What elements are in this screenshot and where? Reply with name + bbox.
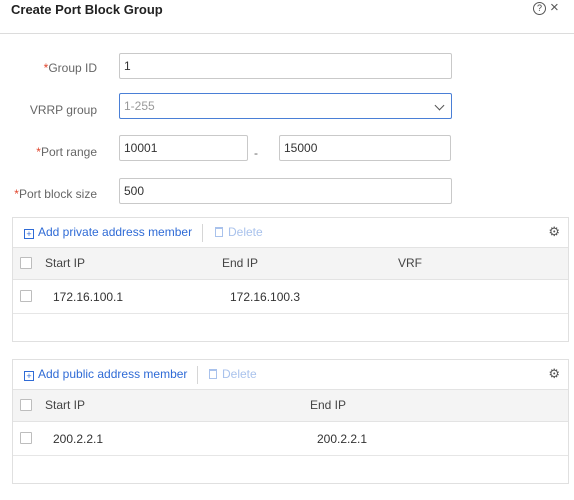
select-all-checkbox[interactable] [20, 257, 32, 269]
column-header-start-ip[interactable]: Start IP [45, 256, 85, 270]
port-range-start-field[interactable]: 10001 [119, 135, 248, 161]
port-block-size-label: *Port block size [0, 187, 97, 201]
add-public-member-button[interactable]: + Add public address member [24, 367, 187, 381]
public-table-header: Start IP End IP [13, 390, 568, 422]
port-block-size-field[interactable]: 500 [119, 178, 452, 204]
port-range-label-text: Port range [40, 145, 97, 159]
group-id-field[interactable]: 1 [119, 53, 452, 79]
cell-start-ip: 200.2.2.1 [53, 432, 104, 446]
vrrp-group-placeholder: 1-255 [124, 99, 155, 113]
trash-icon [209, 369, 217, 379]
dialog-title: Create Port Block Group [11, 2, 163, 17]
table-row: 172.16.100.1 172.16.100.3 [13, 280, 568, 314]
delete-private-button[interactable]: Delete [215, 225, 263, 239]
gear-icon[interactable]: ⚙ [548, 224, 560, 240]
help-icon[interactable]: ? [533, 2, 546, 15]
row-checkbox[interactable] [20, 432, 32, 444]
port-range-label: *Port range [0, 145, 97, 159]
group-id-label: *Group ID [0, 61, 97, 75]
add-private-member-label: Add private address member [38, 225, 193, 239]
column-header-end-ip[interactable]: End IP [310, 398, 346, 412]
gear-icon[interactable]: ⚙ [548, 366, 560, 382]
toolbar-divider [197, 366, 198, 384]
cell-end-ip: 172.16.100.3 [230, 290, 301, 304]
trash-icon [215, 227, 223, 237]
delete-public-button[interactable]: Delete [209, 367, 257, 381]
vrrp-group-select[interactable]: 1-255 [119, 93, 452, 119]
private-toolbar: + Add private address member Delete ⚙ [13, 218, 568, 248]
public-toolbar: + Add public address member Delete ⚙ [13, 360, 568, 390]
chevron-down-icon [434, 100, 445, 111]
port-block-size-label-text: Port block size [18, 187, 97, 201]
column-header-vrf[interactable]: VRF [398, 256, 422, 270]
column-header-end-ip[interactable]: End IP [222, 256, 258, 270]
port-range-end-field[interactable]: 15000 [279, 135, 451, 161]
plus-icon: + [24, 229, 34, 239]
add-public-member-label: Add public address member [38, 367, 188, 381]
port-range-separator: - [254, 146, 258, 160]
delete-private-label: Delete [228, 225, 263, 239]
table-row: 200.2.2.1 200.2.2.1 [13, 422, 568, 456]
close-icon[interactable]: × [550, 0, 559, 16]
column-header-start-ip[interactable]: Start IP [45, 398, 85, 412]
cell-end-ip: 200.2.2.1 [317, 432, 368, 446]
dialog-header: Create Port Block Group ? × [0, 0, 574, 34]
toolbar-divider [202, 224, 203, 242]
cell-start-ip: 172.16.100.1 [53, 290, 124, 304]
private-table-header: Start IP End IP VRF [13, 248, 568, 280]
row-checkbox[interactable] [20, 290, 32, 302]
select-all-checkbox[interactable] [20, 399, 32, 411]
add-private-member-button[interactable]: + Add private address member [24, 225, 192, 239]
public-address-panel: + Add public address member Delete ⚙ Star… [12, 359, 569, 484]
private-address-panel: + Add private address member Delete ⚙ Sta… [12, 217, 569, 342]
plus-icon: + [24, 371, 34, 381]
group-id-label-text: Group ID [48, 61, 97, 75]
vrrp-group-label: VRRP group [29, 103, 97, 117]
delete-public-label: Delete [222, 367, 257, 381]
